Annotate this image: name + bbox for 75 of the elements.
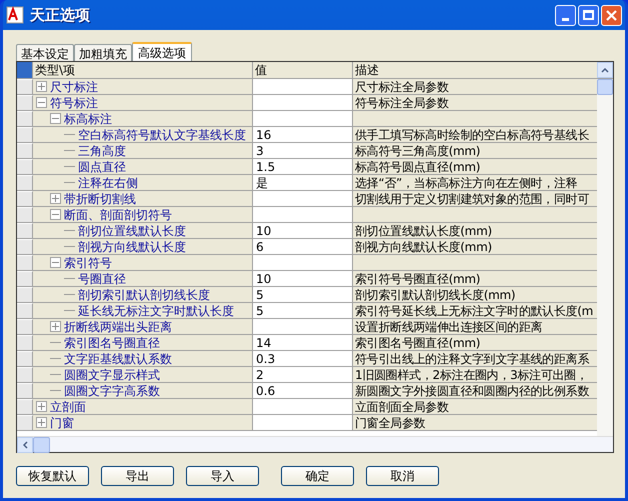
column-header: 描述 [355, 64, 379, 76]
item-label[interactable]: 三角高度 [78, 144, 126, 156]
scroll-thumb[interactable] [597, 79, 613, 95]
collapse-icon[interactable] [50, 113, 61, 124]
tree-line-icon [50, 358, 61, 359]
tree-line-icon [50, 390, 61, 391]
item-label[interactable]: 圆点直径 [78, 160, 126, 172]
description-cell: 门窗全局参数 [353, 415, 598, 430]
collapse-icon[interactable] [50, 209, 61, 220]
description-cell: 标高符号三角高度(mm) [353, 143, 598, 158]
description-cell: 供手工填写标高时绘制的空白标高符号基线长 [353, 127, 598, 142]
tree-line-icon [64, 310, 75, 311]
tree-line-icon [50, 374, 61, 375]
description-cell: 索引符号号圈直径(mm) [353, 271, 598, 286]
item-label[interactable]: 标高标注 [64, 112, 112, 124]
close-button[interactable] [601, 4, 622, 26]
dialog-button[interactable]: 导出 [101, 466, 174, 486]
tree-line-icon [64, 278, 75, 279]
description-cell: 剖视方向线默认长度(mm) [353, 239, 598, 254]
expand-icon[interactable] [36, 417, 47, 428]
description-cell: 1旧圆圈样式，2标注在圈内，3标注可出圈， [353, 367, 598, 382]
close-icon [606, 10, 617, 20]
collapse-icon[interactable] [50, 257, 61, 268]
tree-line-icon [64, 182, 75, 183]
value-cell[interactable]: 是 [253, 175, 353, 190]
tree-line-icon [64, 230, 75, 231]
dialog-button[interactable]: 导入 [186, 466, 259, 486]
expand-icon[interactable] [36, 401, 47, 412]
item-label[interactable]: 尺寸标注 [50, 80, 98, 92]
expand-icon[interactable] [50, 193, 61, 204]
scroll-up-button[interactable] [597, 62, 613, 78]
description-cell: 剖切索引默认剖切线长度(mm) [353, 287, 598, 302]
horizontal-scrollbar[interactable] [17, 436, 613, 452]
description-cell: 标高符号圆点直径(mm) [353, 159, 598, 174]
description-cell: 符号引出线上的注释文字到文字基线的距离系 [353, 351, 598, 366]
description-cell: 选择“否”，当标高标注方向在左侧时，注释 [353, 175, 598, 190]
description-cell: 符号标注全局参数 [353, 95, 598, 110]
description-cell: 索引符号延长线上无标注文字时的默认长度(m [353, 303, 598, 318]
scroll-left-button[interactable] [17, 436, 33, 452]
description-cell: 尺寸标注全局参数 [353, 79, 598, 94]
tab[interactable]: 基本设定 [16, 44, 74, 61]
maximize-button[interactable] [578, 4, 599, 26]
description-cell: 设置折断线两端伸出连接区间的距离 [353, 319, 598, 334]
tree-line-icon [64, 150, 75, 151]
scroll-thumb[interactable] [33, 436, 50, 452]
dialog-button[interactable]: 确定 [281, 466, 354, 486]
item-label[interactable]: 索引符号 [64, 256, 112, 268]
vertical-scrollbar[interactable] [597, 79, 613, 436]
description-cell: 立面剖面全局参数 [353, 399, 598, 414]
minimize-button[interactable] [555, 4, 576, 26]
app-icon [6, 6, 24, 24]
description-cell: 切割线用于定义切割建筑对象的范围，同时可 [353, 191, 598, 206]
description-cell: 新圆圈文字外接圆直径和圆圈内径的比例系数 [353, 383, 598, 398]
tree-line-icon [64, 134, 75, 135]
item-label[interactable]: 门窗 [50, 416, 74, 428]
tree-line-icon [64, 294, 75, 295]
description-cell: 剖切位置线默认长度(mm) [353, 223, 598, 238]
tree-line-icon [50, 342, 61, 343]
tree-line-icon [64, 166, 75, 167]
expand-icon[interactable] [50, 321, 61, 332]
dialog-button[interactable]: 恢复默认 [16, 466, 89, 486]
tree-line-icon [64, 246, 75, 247]
dialog-button[interactable]: 取消 [366, 466, 439, 486]
description-cell: 索引图名号圈直径(mm) [353, 335, 598, 350]
window-title: 天正选项 [30, 4, 90, 26]
collapse-icon[interactable] [36, 97, 47, 108]
select-all-cell[interactable] [17, 62, 33, 78]
item-label[interactable]: 符号标注 [50, 96, 98, 108]
column-header: 类型\项 [35, 64, 76, 76]
item-label[interactable]: 号圈直径 [78, 272, 126, 284]
item-label[interactable]: 立剖面 [50, 400, 86, 412]
tab[interactable]: 加粗填充 [74, 44, 132, 61]
expand-icon[interactable] [36, 81, 47, 92]
column-header: 值 [255, 64, 267, 76]
tab[interactable]: 高级选项 [132, 42, 192, 61]
